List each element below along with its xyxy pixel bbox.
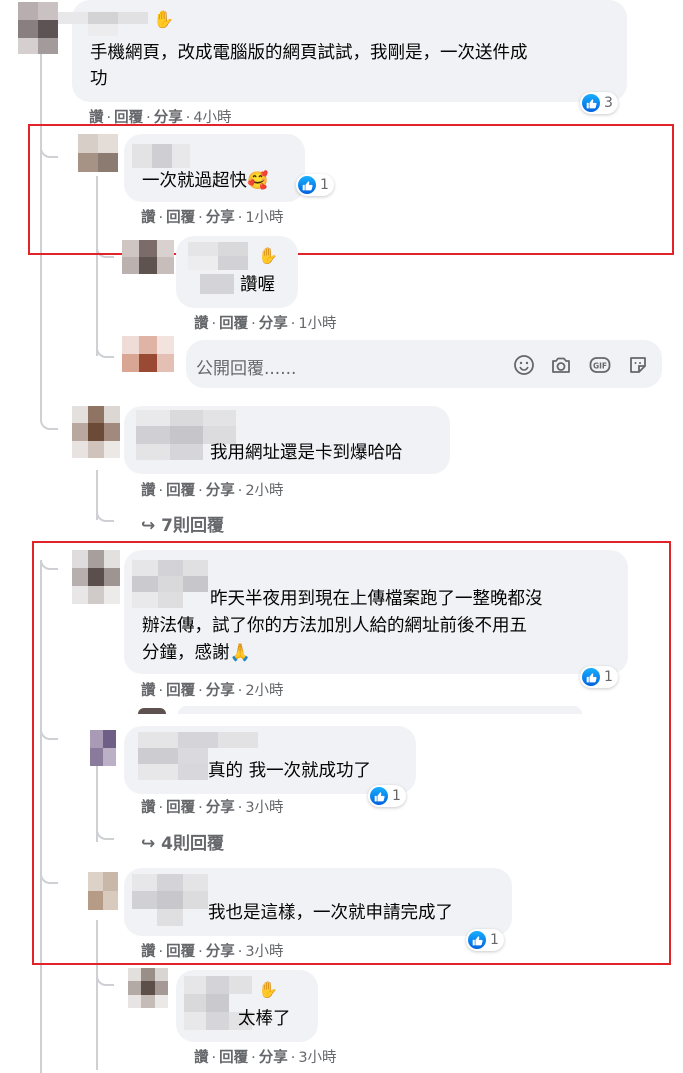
avatar[interactable] [88,872,118,910]
timestamp[interactable]: 1小時 [245,210,283,226]
wave-badge-icon: ✋ [153,10,175,30]
commenter-name[interactable] [132,144,190,168]
timestamp[interactable]: 3小時 [298,1050,336,1066]
avatar[interactable] [122,240,174,274]
thread-elbow [96,970,114,986]
comment-text: 太棒了 [238,1009,291,1029]
avatar-partial [138,708,166,714]
wave-badge-icon: ✋ [258,980,278,999]
reaction-count[interactable]: 1 [296,174,334,196]
share-link[interactable]: 分享 [259,1050,288,1066]
comment-text: 昨天半夜用到現在上傳檔案跑了一整晚都沒 [210,589,543,609]
thread-elbow [96,506,114,522]
reply-placeholder: 公開回覆...... [196,359,297,379]
timestamp[interactable]: 3小時 [245,944,283,960]
like-link[interactable]: 讚 [141,800,156,816]
reaction-count[interactable]: 1 [466,929,504,951]
like-reaction-icon [582,94,600,112]
comment-actions: 讚 · 回覆 · 分享 · 1小時 [194,316,337,332]
share-link[interactable]: 分享 [206,683,235,699]
view-replies-link[interactable]: ↪ 4則回覆 [141,829,224,854]
share-link[interactable]: 分享 [206,944,235,960]
timestamp[interactable]: 2小時 [245,683,283,699]
commenter-name[interactable] [188,242,248,270]
comment-text: 分鐘，感謝🙏 [142,640,251,666]
reply-link[interactable]: 回覆 [166,944,195,960]
like-reaction-icon [298,176,316,194]
avatar[interactable] [72,550,120,604]
wave-badge-icon: ✋ [258,246,278,265]
reply-link[interactable]: 回覆 [166,800,195,816]
smiling-hearts-emoji-icon: 🥰 [247,171,269,191]
share-link[interactable]: 分享 [259,316,288,332]
reply-link[interactable]: 回覆 [219,1050,248,1066]
like-reaction-icon [468,931,486,949]
reply-link[interactable]: 回覆 [166,483,195,499]
comment-actions: 讚 · 回覆 · 分享 · 3小時 [194,1050,337,1066]
like-link[interactable]: 讚 [194,1050,209,1066]
comment-actions: 讚 · 回覆 · 分享 · 2小時 [141,483,284,499]
comment-actions: 讚 · 回覆 · 分享 · 1小時 [141,210,284,226]
comment-actions: 讚 · 回覆 · 分享 · 3小時 [141,944,284,960]
avatar[interactable] [72,406,120,458]
comment-text: 辦法傳，試了你的方法加別人給的網址前後不用五 [142,616,527,636]
reply-link[interactable]: 回覆 [166,683,195,699]
avatar[interactable] [90,730,116,766]
timestamp[interactable]: 1小時 [298,316,336,332]
timestamp[interactable]: 2小時 [245,483,283,499]
comment-text: 手機網頁，改成電腦版的網頁試試，我剛是，一次送件成 [90,43,528,63]
thread-elbow [96,338,114,358]
comment-text: 讚喔 [240,275,275,295]
like-link[interactable]: 讚 [141,944,156,960]
hidden-comment-edge [178,706,582,714]
timestamp[interactable]: 3小時 [245,800,283,816]
current-user-avatar [122,336,174,372]
reply-arrow-icon: ↪ [141,834,156,854]
comment-text: 我也是這樣，一次就申請完成了 [208,903,453,923]
share-link[interactable]: 分享 [206,483,235,499]
reply-link[interactable]: 回覆 [219,316,248,332]
blurred-mention [200,274,234,294]
svg-text:GIF: GIF [593,361,607,370]
thread-elbow [40,408,58,430]
like-reaction-icon [582,668,600,686]
comment-text: 我用網址還是卡到爆哈哈 [210,443,403,463]
reaction-count[interactable]: 3 [580,92,618,114]
share-link[interactable]: 分享 [206,800,235,816]
commenter-name[interactable] [132,560,208,608]
emoji-icon[interactable] [512,353,536,377]
comment-text: 真的 我一次就成功了 [208,761,372,781]
like-link[interactable]: 讚 [141,483,156,499]
avatar[interactable] [18,2,58,54]
like-link[interactable]: 讚 [141,210,156,226]
view-replies-link[interactable]: ↪ 7則回覆 [141,511,224,536]
comment-text: 功 [90,69,108,89]
avatar[interactable] [78,134,118,172]
reaction-count[interactable]: 1 [368,785,406,807]
reaction-count[interactable]: 1 [580,666,618,688]
gif-icon[interactable]: GIF [588,353,612,377]
commenter-name[interactable] [132,874,208,926]
comment-actions: 讚 · 回覆 · 分享 · 3小時 [141,800,284,816]
share-link[interactable]: 分享 [206,210,235,226]
reply-arrow-icon: ↪ [141,516,156,536]
reply-link[interactable]: 回覆 [166,210,195,226]
camera-icon[interactable] [549,353,573,377]
comment-actions: 讚 · 回覆 · 分享 · 2小時 [141,683,284,699]
folded-hands-emoji-icon: 🙏 [229,643,251,663]
commenter-name[interactable] [58,12,148,36]
comment-text: 一次就過超快🥰 [142,168,268,194]
avatar[interactable] [128,968,168,1008]
like-link[interactable]: 讚 [141,683,156,699]
like-link[interactable]: 讚 [194,316,209,332]
sticker-icon[interactable] [626,353,650,377]
like-reaction-icon [370,787,388,805]
